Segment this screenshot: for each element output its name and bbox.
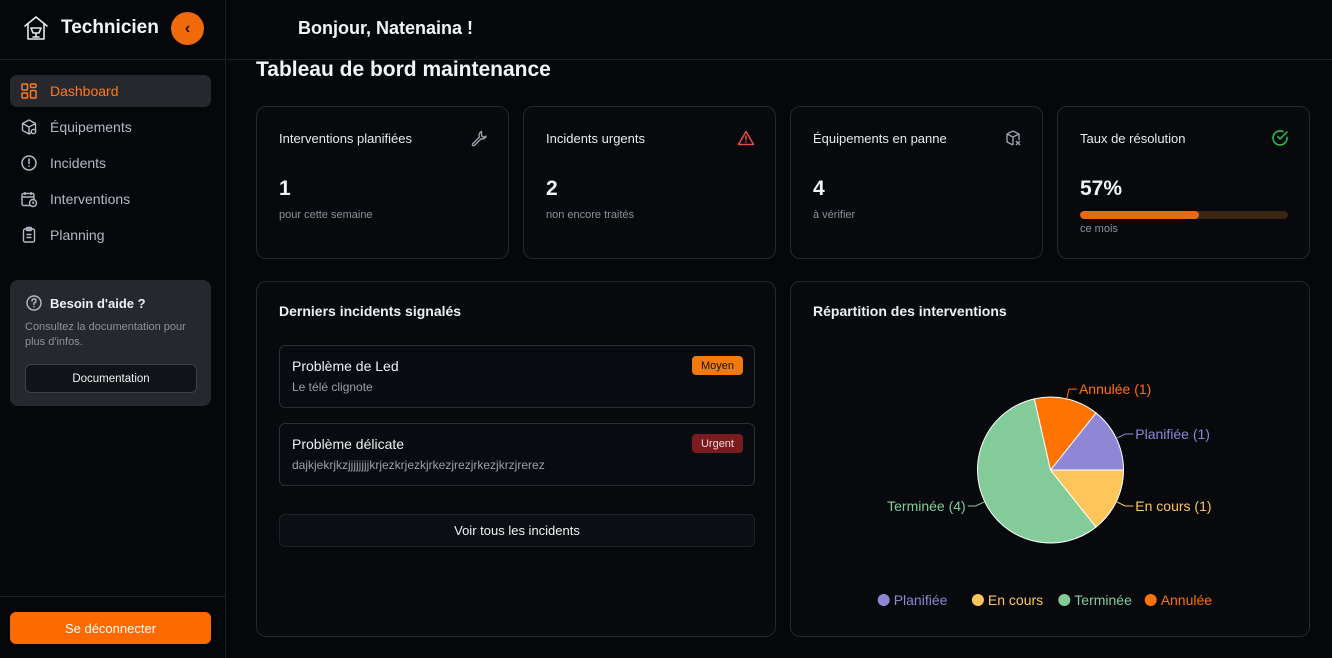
logout-button[interactable]: Se déconnecter — [10, 612, 211, 644]
greeting: Bonjour, Natenaina ! — [298, 18, 474, 38]
pie-data-label: Terminée (4) — [887, 498, 966, 514]
stat-subtitle: ce mois — [1080, 223, 1118, 235]
incident-description: dajkjekrjkzjjjjjjjjkrjezkrjezkjrkezjrezj… — [292, 458, 545, 472]
legend-label: Terminée — [1074, 592, 1132, 608]
equipment-icon — [20, 118, 38, 136]
warning-icon — [737, 129, 755, 147]
legend-label: Annulée — [1161, 592, 1213, 608]
sidebar-item-interventions[interactable]: Interventions — [10, 183, 211, 215]
legend-item-planifiée[interactable]: Planifiée — [877, 592, 948, 608]
legend-swatch — [1144, 594, 1157, 606]
help-text: Consultez la documentation pour plus d'i… — [25, 321, 186, 348]
stat-value: 1 — [279, 177, 291, 200]
pie-label-leader — [1116, 433, 1134, 439]
brand-title: Technicien — [61, 17, 159, 38]
alert-circle-icon — [20, 154, 38, 172]
legend-swatch — [877, 594, 890, 606]
sidebar-item-label: Dashboard — [50, 83, 119, 99]
incident-description: Le télé clignote — [292, 380, 373, 394]
sidebar-item-planning[interactable]: Planning — [10, 219, 211, 251]
legend-item-en-cours[interactable]: En cours — [971, 592, 1043, 608]
progress-fill — [1080, 211, 1199, 219]
incident-item[interactable]: Problème délicate dajkjekrjkzjjjjjjjjkrj… — [279, 423, 755, 486]
calendar-clock-icon — [20, 190, 38, 208]
incident-title: Problème délicate — [292, 436, 405, 452]
stat-subtitle: à vérifier — [813, 209, 856, 221]
brand: Technicien ‹ — [0, 0, 226, 60]
help-title-text: Besoin d'aide ? — [50, 295, 146, 311]
pie-chart: Planifiée (1) Annulée (1) Terminée (4) En c… — [877, 381, 1213, 608]
stat-subtitle: non encore traités — [546, 209, 635, 221]
incident-item[interactable]: Problème de Led Le télé clignote Moyen — [279, 345, 755, 408]
stat-value: 57% — [1080, 177, 1123, 200]
stat-subtitle: pour cette semaine — [279, 209, 373, 221]
pie-label-leader — [1116, 501, 1134, 507]
stat-card-interventions: Interventions planifiées 1 pour cette se… — [256, 106, 509, 259]
sidebar-item-label: Équipements — [50, 119, 132, 135]
legend-swatch — [971, 594, 984, 606]
sidebar-item-label: Planning — [50, 227, 105, 243]
clipboard-icon — [20, 226, 38, 244]
pie-data-label: Planifiée (1) — [1135, 426, 1210, 442]
pie-label-leader — [1066, 388, 1077, 399]
recent-incidents-panel: Derniers incidents signalés Problème de … — [256, 281, 776, 637]
sidebar-item-label: Interventions — [50, 191, 131, 207]
check-circle-icon — [1271, 129, 1289, 147]
see-all-incidents-button[interactable]: Voir tous les incidents — [279, 514, 755, 547]
stat-label: Interventions planifiées — [279, 131, 412, 146]
stat-label: Taux de résolution — [1080, 131, 1186, 146]
app: Technicien ‹ Dashboard Équipements Incid… — [0, 0, 1332, 658]
technician-logo-icon — [24, 16, 48, 40]
help-circle-icon — [26, 295, 42, 311]
stat-value: 4 — [813, 177, 825, 200]
collapse-sidebar-button[interactable]: ‹ — [171, 12, 204, 45]
priority-badge: Urgent — [691, 434, 743, 453]
help-card: Besoin d'aide ? Consultez la documentati… — [10, 280, 211, 406]
interventions-chart-panel: Répartition des interventions Planifiée … — [790, 281, 1310, 637]
pie-data-label: En cours (1) — [1135, 498, 1211, 514]
sidebar: Technicien ‹ Dashboard Équipements Incid… — [0, 0, 226, 658]
incident-title: Problème de Led — [292, 358, 399, 374]
top-header: Bonjour, Natenaina ! — [227, 0, 1332, 60]
documentation-button[interactable]: Documentation — [25, 364, 197, 393]
sidebar-footer: Se déconnecter — [0, 596, 226, 658]
pie-data-label: Annulée (1) — [1079, 381, 1151, 397]
chevron-left-icon: ‹ — [184, 19, 191, 37]
panel-title: Derniers incidents signalés — [279, 303, 462, 319]
help-title: Besoin d'aide ? — [25, 294, 197, 312]
pie-label-leader — [967, 501, 985, 507]
stat-value: 2 — [546, 177, 558, 200]
stat-card-resolution-rate: Taux de résolution 57% ce mois — [1057, 106, 1310, 259]
sidebar-item-incidents[interactable]: Incidents — [10, 147, 211, 179]
priority-badge: Moyen — [691, 356, 743, 375]
stat-card-broken-equipment: Équipements en panne 4 à vérifier — [790, 106, 1043, 259]
resolution-progress-bar — [1080, 211, 1288, 219]
wrench-icon — [470, 129, 488, 147]
broken-box-icon — [1004, 129, 1022, 147]
legend-item-terminée[interactable]: Terminée — [1058, 592, 1132, 608]
legend-item-annulée[interactable]: Annulée — [1144, 592, 1213, 608]
page-title: Tableau de bord maintenance — [256, 58, 551, 81]
stat-card-urgent-incidents: Incidents urgents 2 non encore traités — [523, 106, 776, 259]
stat-label: Équipements en panne — [813, 131, 947, 146]
legend-swatch — [1058, 594, 1071, 606]
legend-label: Planifiée — [894, 592, 948, 608]
legend-label: En cours — [988, 592, 1043, 608]
dashboard-icon — [20, 82, 38, 100]
sidebar-item-dashboard[interactable]: Dashboard — [10, 75, 211, 107]
sidebar-item-equipements[interactable]: Équipements — [10, 111, 211, 143]
stat-label: Incidents urgents — [546, 131, 646, 146]
sidebar-nav: Dashboard Équipements Incidents Interven… — [10, 75, 211, 255]
sidebar-item-label: Incidents — [50, 155, 107, 171]
